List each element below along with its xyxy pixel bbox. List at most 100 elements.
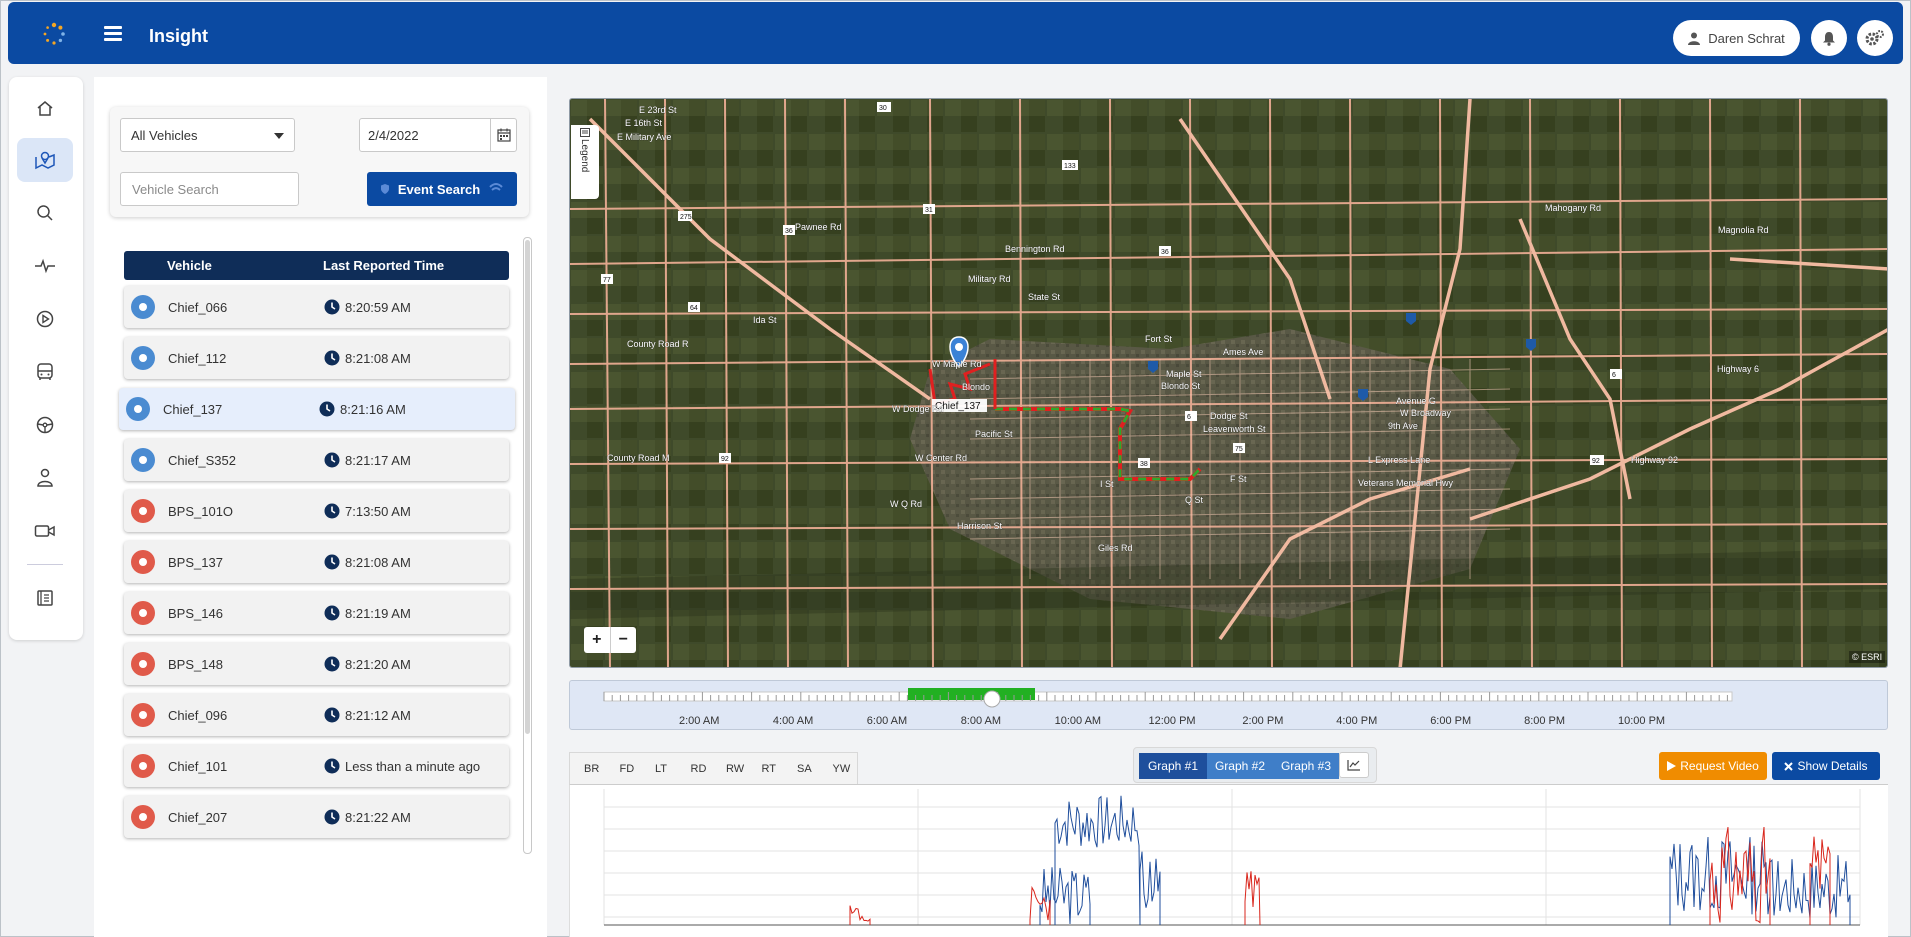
vehicle-name: Chief_207 [168, 810, 228, 825]
bell-icon [1823, 31, 1835, 46]
nav-reports[interactable] [17, 576, 73, 620]
vehicle-name: BPS_101O [168, 504, 234, 519]
nav-video[interactable] [17, 509, 73, 553]
event-tab-rd[interactable]: RD [691, 763, 707, 775]
svg-text:64: 64 [690, 305, 698, 312]
timeline-tick-label: 2:00 AM [679, 715, 720, 727]
driver-icon [37, 468, 53, 487]
vehicle-row[interactable]: BPS_146 8:21:19 AM [124, 592, 509, 634]
svg-text:75: 75 [1235, 446, 1243, 453]
nav-map[interactable] [17, 138, 73, 182]
zoom-in-button[interactable]: + [584, 627, 611, 653]
graph-1-button[interactable]: Graph #1 [1139, 753, 1207, 779]
vehicle-row[interactable]: Chief_207 8:21:22 AM [124, 796, 509, 838]
status-indicator [131, 448, 155, 472]
nav-playback[interactable] [17, 297, 73, 341]
vehicle-name: BPS_148 [168, 657, 223, 672]
vehicle-search-input[interactable]: Vehicle Search [120, 172, 299, 206]
vehicle-row[interactable]: Chief_112 8:21:08 AM [124, 337, 509, 379]
nav-vehicles[interactable] [17, 350, 73, 394]
date-field[interactable]: 2/4/2022 [359, 118, 517, 152]
notifications-button[interactable] [1811, 20, 1847, 56]
status-indicator [131, 652, 155, 676]
svg-text:133: 133 [1064, 163, 1076, 170]
list-scrollbar[interactable] [523, 237, 532, 854]
menu-icon[interactable] [104, 26, 122, 41]
map-label-w-maple-rd: W Maple Rd [932, 359, 982, 369]
video-camera-icon [34, 525, 55, 537]
calendar-button[interactable] [490, 119, 516, 151]
vehicle-row[interactable]: BPS_101O 7:13:50 AM [124, 490, 509, 532]
event-tab-lt[interactable]: LT [655, 763, 667, 775]
vehicle-row[interactable]: BPS_148 8:21:20 AM [124, 643, 509, 685]
vehicle-row[interactable]: Chief_101 Less than a minute ago [124, 745, 509, 787]
vehicle-row[interactable]: Chief_137 8:21:16 AM [119, 388, 515, 430]
event-tab-br[interactable]: BR [584, 763, 599, 775]
event-tab-rt[interactable]: RT [762, 763, 776, 775]
vehicle-group-select[interactable]: All Vehicles [120, 118, 295, 152]
date-value: 2/4/2022 [368, 128, 419, 143]
event-tab-fd[interactable]: FD [620, 763, 635, 775]
map-label-harrison-st: Harrison St [957, 521, 1003, 531]
timeline-handle[interactable] [983, 690, 1001, 708]
map-label-l-express-lane: L Express Lane [1368, 455, 1430, 465]
svg-text:31: 31 [925, 207, 933, 214]
list-icon [580, 128, 590, 137]
svg-text:36: 36 [1161, 249, 1169, 256]
request-video-button[interactable]: Request Video [1659, 752, 1767, 780]
steering-wheel-icon [36, 416, 54, 434]
app-title: Insight [149, 26, 208, 46]
graph-2-button[interactable]: Graph #2 [1207, 753, 1273, 779]
graph-3-button[interactable]: Graph #3 [1273, 753, 1339, 779]
map-label-highway-6: Highway 6 [1717, 364, 1759, 374]
svg-text:92: 92 [1592, 458, 1600, 465]
vehicle-name: BPS_137 [168, 555, 223, 570]
status-indicator [126, 397, 150, 421]
timeline-tick-label: 4:00 AM [772, 715, 814, 727]
nav-home[interactable] [17, 86, 73, 130]
map-view[interactable]: Chief_137 30 31 133 64 77 92 38 36 6 75 … [569, 98, 1888, 668]
svg-text:36: 36 [785, 228, 793, 235]
user-menu-button[interactable]: Daren Schrat [1673, 20, 1800, 56]
nav-driving[interactable] [17, 403, 73, 447]
zoom-out-button[interactable]: − [611, 627, 637, 653]
event-tab-sa[interactable]: SA [797, 763, 812, 775]
legend-label: Legend [579, 139, 590, 173]
rail-divider [27, 564, 63, 565]
last-reported-time: 8:21:16 AM [340, 402, 406, 417]
chart-toggle-button[interactable] [1339, 752, 1369, 778]
show-details-button[interactable]: Show Details [1772, 752, 1880, 780]
timeline-tick-label: 8:00 AM [960, 715, 1002, 727]
event-search-button[interactable]: Event Search [367, 172, 517, 206]
settings-button[interactable] [1857, 20, 1893, 56]
user-icon [1688, 32, 1701, 45]
last-reported-time: 8:21:22 AM [345, 810, 411, 825]
last-reported-time: 8:21:08 AM [345, 555, 411, 570]
vehicle-row[interactable]: Chief_S352 8:21:17 AM [124, 439, 509, 481]
status-indicator [131, 499, 155, 523]
status-indicator [131, 550, 155, 574]
nav-search[interactable] [17, 191, 73, 235]
vehicle-row[interactable]: BPS_137 8:21:08 AM [124, 541, 509, 583]
col-time-header: Last Reported Time [323, 258, 445, 273]
scrollbar-thumb[interactable] [525, 240, 530, 734]
map-label-military-rd: Military Rd [968, 274, 1011, 284]
timeline-active-range [908, 688, 1035, 700]
map-label-county-road-m: County Road M [607, 453, 670, 463]
map-label-q-st: Q St [1185, 495, 1204, 505]
timeline-tick-label: 12:00 PM [1148, 715, 1196, 727]
nav-activity[interactable] [17, 244, 73, 288]
map-label-avenue-g: Avenue G [1396, 396, 1436, 406]
timeline-slider[interactable] [569, 680, 1888, 730]
legend-toggle[interactable]: Legend [571, 125, 599, 199]
map-label-ames-ave: Ames Ave [1223, 347, 1263, 357]
nav-drivers[interactable] [17, 456, 73, 500]
calendar-icon [496, 128, 511, 142]
event-tab-yw[interactable]: YW [833, 763, 851, 775]
vehicle-row[interactable]: Chief_066 8:20:59 AM [124, 286, 509, 328]
vehicle-table-header: Vehicle Last Reported Time [124, 251, 509, 280]
map-label-dodge-st: Dodge St [1210, 411, 1248, 421]
event-tab-rw[interactable]: RW [726, 763, 744, 775]
vehicle-row[interactable]: Chief_096 8:21:12 AM [124, 694, 509, 736]
svg-text:38: 38 [1140, 461, 1148, 468]
